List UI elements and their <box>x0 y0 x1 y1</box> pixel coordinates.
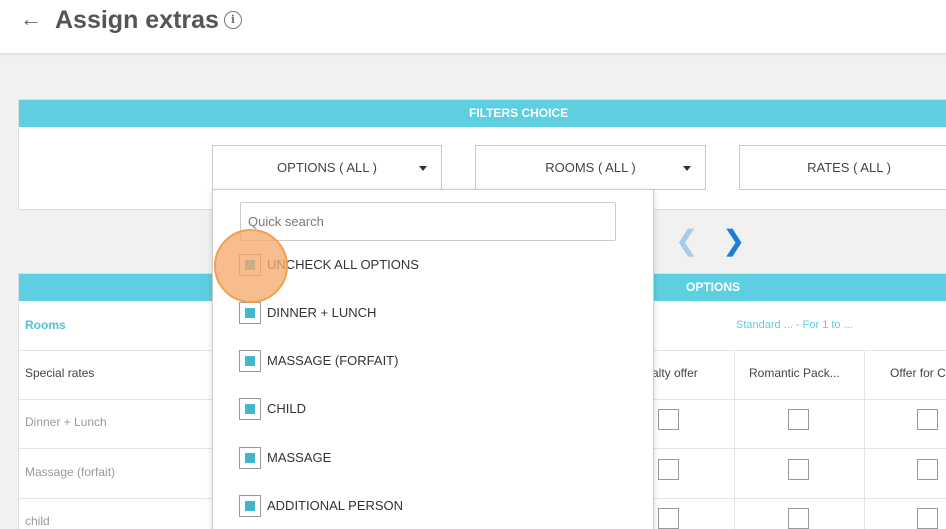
option-checkbox[interactable] <box>788 409 809 430</box>
option-checkbox[interactable] <box>917 508 938 529</box>
option-checkbox[interactable] <box>788 508 809 529</box>
option-checkbox[interactable] <box>658 409 679 430</box>
rooms-filter-label: ROOMS ( ALL ) <box>545 160 636 175</box>
chevron-right-icon[interactable]: ❯ <box>722 227 745 255</box>
option-checkbox[interactable] <box>917 409 938 430</box>
checkbox[interactable] <box>239 398 261 420</box>
dropdown-item-label: ADDITIONAL PERSON <box>267 498 404 513</box>
row-label-dinner-lunch: Dinner + Lunch <box>25 415 107 429</box>
caret-down-icon <box>683 166 691 171</box>
caret-down-icon <box>419 166 427 171</box>
column-divider <box>864 350 865 529</box>
chevron-left-icon[interactable]: ❮ <box>675 227 698 255</box>
column-header-loyalty-offer: alty offer <box>652 366 698 380</box>
arrow-left-icon[interactable]: ← <box>20 8 42 30</box>
rooms-label: Rooms <box>25 318 66 332</box>
row-label-child: child <box>25 514 50 528</box>
rooms-filter-dropdown[interactable]: ROOMS ( ALL ) <box>475 145 706 190</box>
filters-title: FILTERS CHOICE <box>19 100 946 127</box>
checkbox[interactable] <box>239 350 261 372</box>
rates-filter-label: RATES ( ALL ) <box>807 160 891 175</box>
option-checkbox[interactable] <box>658 459 679 480</box>
rate-group-label[interactable]: Standard ... - For 1 to ... <box>736 319 853 331</box>
options-filter-dropdown[interactable]: OPTIONS ( ALL ) <box>212 145 442 190</box>
dropdown-item-label: MASSAGE (FORFAIT) <box>267 353 399 368</box>
dropdown-item-label: CHILD <box>267 401 307 416</box>
page-title: Assign extras <box>55 6 219 34</box>
options-filter-label: OPTIONS ( ALL ) <box>277 160 377 175</box>
options-dropdown-menu: UNCHECK ALL OPTIONS DINNER + LUNCH MASSA… <box>212 189 654 529</box>
checkbox[interactable] <box>239 495 261 517</box>
option-checkbox[interactable] <box>658 508 679 529</box>
quick-search-input[interactable] <box>240 202 616 241</box>
checkbox[interactable] <box>239 254 261 276</box>
info-icon[interactable]: i <box>224 11 242 29</box>
checkbox[interactable] <box>239 447 261 469</box>
top-bar: ← Assign extras i <box>0 0 946 54</box>
column-header-offer: Offer for C <box>890 366 946 380</box>
column-divider <box>734 350 735 529</box>
checkbox[interactable] <box>239 302 261 324</box>
column-header-romantic-pack: Romantic Pack... <box>749 366 840 380</box>
dropdown-item-label: UNCHECK ALL OPTIONS <box>267 257 419 272</box>
dropdown-item-label: DINNER + LUNCH <box>267 305 377 320</box>
rates-filter-dropdown[interactable]: RATES ( ALL ) <box>739 145 946 190</box>
option-checkbox[interactable] <box>917 459 938 480</box>
dropdown-item-label: MASSAGE <box>267 450 332 465</box>
row-label-special-rates: Special rates <box>25 366 95 380</box>
option-checkbox[interactable] <box>788 459 809 480</box>
row-label-massage-forfait: Massage (forfait) <box>25 465 116 479</box>
